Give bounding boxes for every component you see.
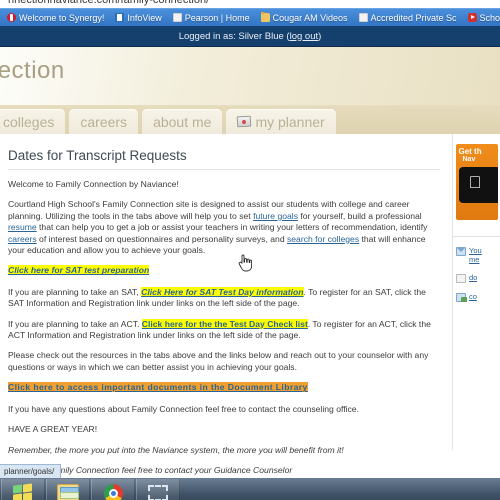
have-a-great-year-text: HAVE A GREAT YEAR!	[8, 424, 98, 435]
tab-careers[interactable]: careers	[69, 109, 139, 134]
page-icon	[172, 13, 182, 22]
planner-icon	[237, 115, 252, 128]
snip-icon	[148, 485, 168, 500]
intro-text-4: of interest based on questionnaires and …	[36, 233, 287, 244]
status-bar-url-tooltip: planner/goals/	[0, 464, 62, 478]
snipping-tool-button[interactable]	[136, 479, 180, 500]
tab-label: my planner	[255, 113, 325, 130]
bookmark-label: School Data -	[479, 12, 500, 23]
tab-label: colleges	[3, 113, 55, 130]
sidebar-links-list: You me do co	[453, 236, 500, 302]
search-for-colleges-link[interactable]: search for colleges	[287, 234, 359, 244]
app-store-button[interactable]: 	[458, 167, 498, 203]
remember-text: Remember, the more you put into the Navi…	[8, 444, 344, 455]
bookmark-label: Accredited Private Sc	[370, 12, 457, 23]
site-tab-bar: colleges careers about me my planner	[0, 105, 500, 134]
intro-text-2: for yourself, build a professional	[298, 210, 422, 221]
site-header-banner: nnection	[0, 47, 500, 105]
windows-logo-icon	[13, 483, 33, 500]
act-test-day-checklist-link[interactable]: Click here for the the Test Day Check li…	[141, 318, 308, 329]
tab-colleges[interactable]: colleges	[0, 109, 66, 134]
main-column: Dates for Transcript Requests Welcome to…	[0, 134, 452, 475]
page-title: Dates for Transcript Requests	[8, 148, 440, 170]
bookmark-welcome-to-synergy[interactable]: Welcome to Synergy!	[3, 12, 108, 24]
tab-label: careers	[80, 113, 128, 130]
tab-my-planner[interactable]: my planner	[226, 109, 336, 134]
careers-link[interactable]: careers	[8, 234, 37, 244]
file-explorer-button[interactable]	[46, 479, 90, 500]
folder-icon	[57, 484, 79, 500]
chrome-button[interactable]	[91, 479, 135, 500]
intro-paragraph: Courtland High School's Family Connectio…	[8, 199, 440, 256]
synergy-icon	[7, 13, 16, 22]
address-bar-url: nnectionnaviance.com/family-connection/	[8, 0, 210, 6]
bookmark-label: Welcome to Synergy!	[19, 12, 105, 23]
site-title: nnection	[0, 57, 65, 84]
intro-text-3: that can help you to get a job or assist…	[36, 222, 428, 233]
act-paragraph: If you are planning to take an ACT. Clic…	[8, 318, 440, 342]
windows-taskbar	[0, 478, 500, 500]
address-bar[interactable]: nnectionnaviance.com/family-connection/	[0, 0, 500, 8]
resources-paragraph: Please check out the resources in the ta…	[8, 350, 429, 372]
document-library-link[interactable]: Click here to access important documents…	[8, 382, 308, 393]
bookmark-label: Pearson | Home	[184, 12, 250, 23]
promo-line-1: Get th	[458, 147, 482, 156]
sidebar-link-documents[interactable]: do	[456, 273, 500, 283]
sat-text-1: If you are planning to take an SAT,	[8, 286, 142, 297]
bookmark-infoview[interactable]: InfoView	[111, 12, 165, 24]
content-area: Dates for Transcript Requests Welcome to…	[0, 134, 500, 475]
log-out-link[interactable]: log out	[290, 31, 319, 42]
sat-test-preparation-link[interactable]: Click here for SAT test preparation	[8, 265, 150, 276]
bookmark-cougar-am-videos[interactable]: Cougar AM Videos	[257, 12, 352, 24]
logged-in-paren: )	[318, 30, 322, 42]
promo-line-2: Nav	[462, 156, 476, 163]
sat-test-day-information-link[interactable]: Click Here for SAT Test Day information	[141, 286, 304, 297]
sidebar-link-label: do	[469, 273, 478, 282]
resume-link[interactable]: resume	[8, 222, 37, 232]
logged-in-bar: Logged in as: Silver Blue (log out)	[0, 26, 500, 47]
guidance-counselor-text: ons about Family Connection feel free to…	[8, 464, 293, 475]
sat-paragraph: If you are planning to take an SAT, Clic…	[8, 286, 440, 310]
tab-about-me[interactable]: about me	[142, 109, 223, 134]
tab-label: about me	[153, 113, 212, 130]
bookmarks-bar: Welcome to Synergy! InfoView Pearson | H…	[0, 8, 500, 26]
bookmark-school-data[interactable]: School Data -	[464, 12, 500, 24]
right-sidebar: Get th Nav  Youme do co	[452, 134, 500, 450]
document-library-line: Click here to access important documents…	[8, 382, 440, 393]
chrome-icon	[103, 483, 123, 500]
infoview-icon	[115, 13, 125, 22]
folder-icon	[260, 12, 270, 22]
future-goals-link[interactable]: future goals	[253, 211, 298, 221]
mail-add-icon	[456, 293, 467, 302]
start-button[interactable]	[1, 479, 45, 500]
welcome-paragraph: Welcome to Family Connection by Naviance…	[8, 179, 179, 189]
document-icon	[456, 274, 466, 283]
bookmark-label: Cougar AM Videos	[272, 12, 348, 23]
apple-logo-icon: 	[469, 174, 482, 191]
bookmark-label: InfoView	[127, 12, 162, 23]
logged-in-text: Logged in as: Silver Blue (	[178, 30, 290, 42]
sidebar-link-your-message[interactable]: You me	[456, 246, 500, 264]
questions-paragraph: If you have any questions about Family C…	[8, 403, 359, 414]
act-text-1: If you are planning to take an ACT.	[8, 318, 142, 329]
bookmark-pearson-home[interactable]: Pearson | Home	[169, 12, 254, 24]
browser-chrome: nnectionnaviance.com/family-connection/ …	[0, 0, 500, 26]
naviance-app-promo[interactable]: Get th Nav 	[455, 144, 498, 220]
sidebar-link-label: You	[469, 246, 482, 255]
sidebar-link-label-2: me	[469, 255, 480, 264]
web-page: Logged in as: Silver Blue (log out) nnec…	[0, 26, 500, 478]
mail-icon	[456, 247, 466, 256]
youtube-icon	[467, 13, 477, 22]
sat-prep-line: Click here for SAT test preparation	[8, 265, 440, 276]
sidebar-link-label: co	[469, 292, 477, 301]
page-icon	[358, 13, 368, 22]
bookmark-accredited-private-schools[interactable]: Accredited Private Sc	[355, 12, 461, 24]
sidebar-link-contact[interactable]: co	[456, 292, 500, 302]
